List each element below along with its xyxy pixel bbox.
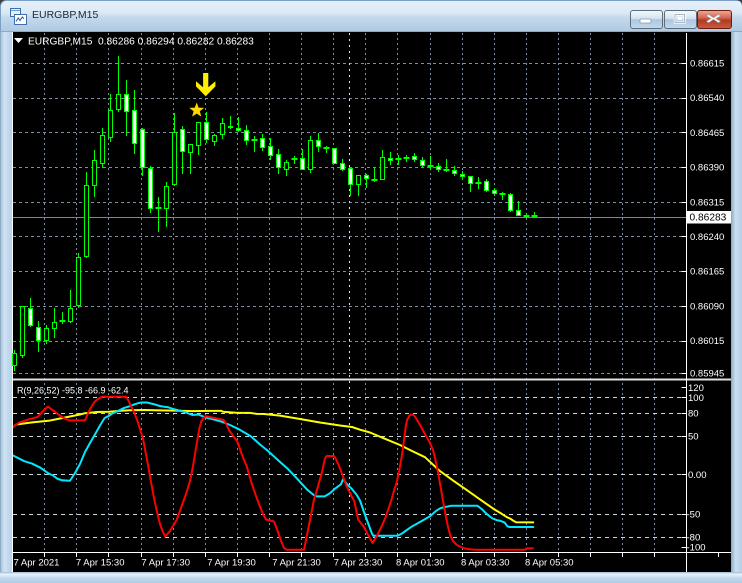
svg-text:50: 50	[688, 432, 699, 443]
svg-text:R(9,26,52) -95.8 -66.9 -62.4: R(9,26,52) -95.8 -66.9 -62.4	[17, 386, 129, 396]
svg-text:8 Apr 05:30: 8 Apr 05:30	[525, 558, 574, 569]
svg-text:0.86240: 0.86240	[690, 232, 724, 243]
svg-text:0.86615: 0.86615	[690, 59, 724, 70]
svg-text:-50: -50	[687, 510, 701, 521]
svg-text:0.86165: 0.86165	[690, 267, 724, 278]
svg-text:0.86540: 0.86540	[690, 93, 724, 104]
svg-text:0.85945: 0.85945	[690, 369, 724, 380]
svg-text:EURGBP,M15 0.86286 0.86294 0.: EURGBP,M15 0.86286 0.86294 0.86282 0.862…	[28, 37, 254, 48]
svg-text:-100: -100	[687, 543, 706, 554]
svg-text:80: 80	[688, 409, 699, 420]
svg-text:8 Apr 01:30: 8 Apr 01:30	[396, 558, 445, 569]
svg-text:0.86283: 0.86283	[690, 213, 727, 224]
svg-text:0.86015: 0.86015	[690, 336, 724, 347]
svg-text:0.00: 0.00	[688, 470, 707, 481]
svg-text:0.86090: 0.86090	[690, 301, 724, 312]
svg-text:7 Apr 17:30: 7 Apr 17:30	[141, 558, 190, 569]
svg-text:7 Apr 23:30: 7 Apr 23:30	[334, 558, 383, 569]
svg-text:8 Apr 03:30: 8 Apr 03:30	[461, 558, 510, 569]
svg-text:100: 100	[688, 393, 704, 404]
svg-text:7 Apr 21:30: 7 Apr 21:30	[272, 558, 321, 569]
svg-text:7 Apr 2021: 7 Apr 2021	[14, 558, 60, 569]
svg-text:0.86465: 0.86465	[690, 128, 724, 139]
svg-text:0.86315: 0.86315	[690, 197, 724, 208]
svg-text:0.86390: 0.86390	[690, 163, 724, 174]
svg-text:7 Apr 19:30: 7 Apr 19:30	[207, 558, 256, 569]
svg-text:7 Apr 15:30: 7 Apr 15:30	[76, 558, 125, 569]
